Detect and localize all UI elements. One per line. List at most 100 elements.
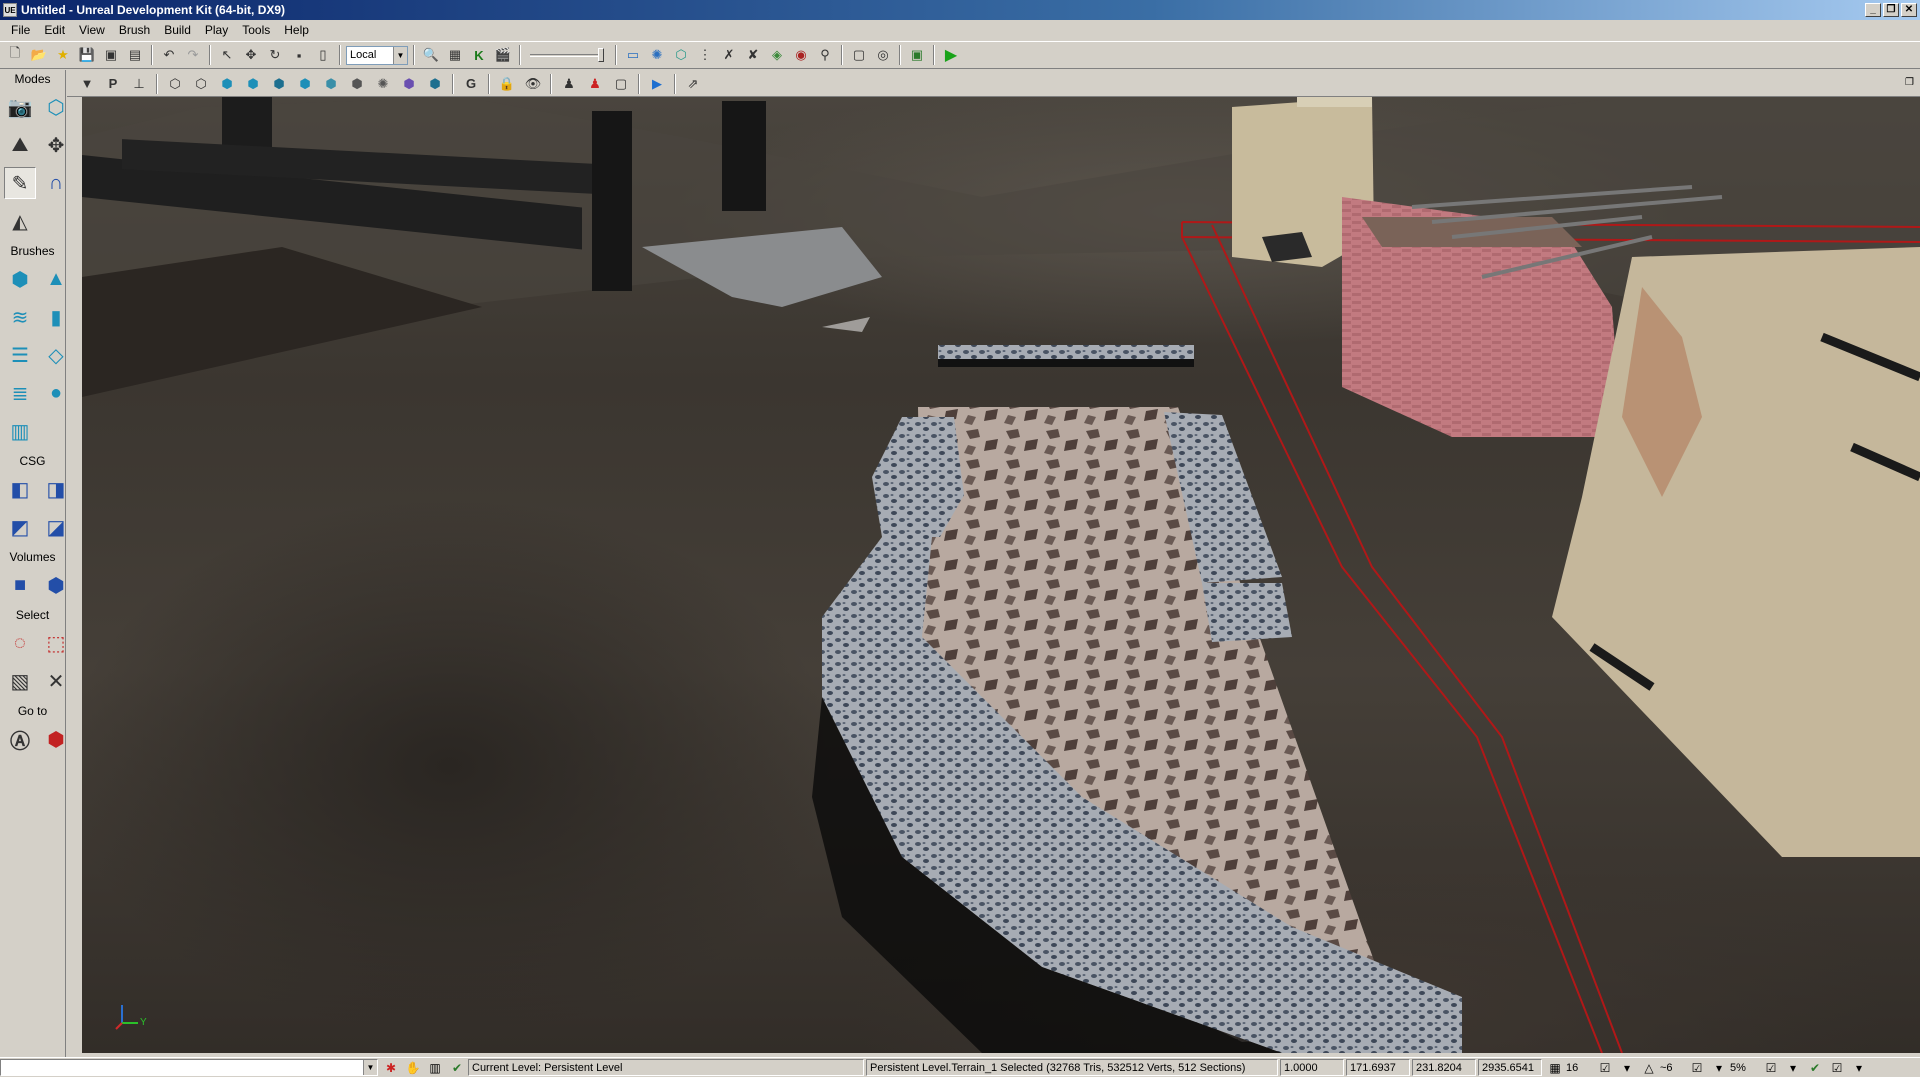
perspective-icon[interactable]: P bbox=[101, 73, 125, 95]
csg-subtract-icon[interactable]: ◨ bbox=[40, 473, 72, 505]
scale-snap-value[interactable]: 5% bbox=[1730, 1062, 1760, 1074]
cube-brush-icon[interactable]: ⬢ bbox=[4, 263, 36, 295]
lighting-density-icon[interactable]: ⬢ bbox=[423, 73, 447, 95]
menu-tools[interactable]: Tools bbox=[235, 23, 277, 37]
lightmap-icon[interactable]: ⚲ bbox=[814, 44, 836, 66]
build-all-submit-icon[interactable]: ✘ bbox=[742, 44, 764, 66]
lit-icon[interactable]: ⬢ bbox=[241, 73, 265, 95]
cylinder-brush-icon[interactable]: ▮ bbox=[40, 301, 72, 333]
play-in-editor-icon[interactable]: ▶ bbox=[940, 44, 962, 66]
scale-icon[interactable]: ▪ bbox=[288, 44, 310, 66]
shader-complexity-icon[interactable]: ✺ bbox=[371, 73, 395, 95]
curved-stair-icon[interactable]: ≋ bbox=[4, 301, 36, 333]
open-file-icon[interactable]: 📂 bbox=[28, 44, 50, 66]
matinee-icon[interactable]: 🎬 bbox=[492, 44, 514, 66]
texture-align-icon[interactable]: ✥ bbox=[40, 129, 72, 161]
terrain-mode-icon[interactable]: ⛰ bbox=[4, 129, 36, 161]
current-level-icon[interactable]: ✔ bbox=[446, 1059, 468, 1077]
viewport-3d[interactable]: Y bbox=[82, 97, 1920, 1053]
wireframe-icon[interactable]: ⬡ bbox=[189, 73, 213, 95]
show-selected-icon[interactable]: ◌ bbox=[4, 627, 36, 659]
rotation-snap-value[interactable]: ~6 bbox=[1660, 1062, 1686, 1074]
close-button[interactable]: ✕ bbox=[1901, 3, 1917, 17]
player-start-red-icon[interactable]: ♟ bbox=[583, 73, 607, 95]
build-lighting-icon[interactable]: ✺ bbox=[646, 44, 668, 66]
realtime-audio-checkbox[interactable]: ☑ bbox=[1826, 1059, 1848, 1077]
minimize-button[interactable]: _ bbox=[1865, 3, 1881, 17]
redo-icon[interactable]: ↷ bbox=[182, 44, 204, 66]
go-to-actor-icon[interactable]: Ⓐ bbox=[4, 723, 36, 755]
menu-play[interactable]: Play bbox=[198, 23, 235, 37]
save-levels-icon[interactable]: ▤ bbox=[124, 44, 146, 66]
z-coordinate-field[interactable]: 2935.6541 bbox=[1478, 1059, 1542, 1076]
non-uniform-scale-icon[interactable]: ▯ bbox=[312, 44, 334, 66]
build-paths-icon[interactable]: ⬡ bbox=[670, 44, 692, 66]
menu-view[interactable]: View bbox=[72, 23, 112, 37]
translate-icon[interactable]: ✥ bbox=[240, 44, 262, 66]
hide-selected-icon[interactable]: ⬚ bbox=[40, 627, 72, 659]
view-toggle-icon[interactable]: ⇗ bbox=[681, 73, 705, 95]
sphere-brush-icon[interactable]: ● bbox=[40, 377, 72, 409]
play-on-pc-icon[interactable]: ▣ bbox=[906, 44, 928, 66]
slider-thumb[interactable] bbox=[598, 48, 604, 62]
rotate-icon[interactable]: ↻ bbox=[264, 44, 286, 66]
camera-mode-icon[interactable]: 📷 bbox=[4, 91, 36, 123]
sheet-brush-icon[interactable]: ◇ bbox=[40, 339, 72, 371]
level-grid-icon[interactable]: ▥ bbox=[424, 1059, 446, 1077]
eye-icon[interactable]: 👁 bbox=[521, 73, 545, 95]
go-to-builder-brush-icon[interactable]: ⬢ bbox=[40, 723, 72, 755]
build-cover-icon[interactable]: ⋮ bbox=[694, 44, 716, 66]
build-geometry-icon[interactable]: ▭ bbox=[622, 44, 644, 66]
x-coordinate-field[interactable]: 171.6937 bbox=[1346, 1059, 1410, 1076]
restore-button[interactable]: ❐ bbox=[1883, 3, 1899, 17]
grid-size-value[interactable]: 16 bbox=[1566, 1062, 1594, 1074]
y-coordinate-field[interactable]: 231.8204 bbox=[1412, 1059, 1476, 1076]
lighting-quality-icon[interactable]: ◈ bbox=[766, 44, 788, 66]
menu-build[interactable]: Build bbox=[157, 23, 198, 37]
landscape-mode-icon[interactable]: ◭ bbox=[4, 205, 36, 237]
csg-deintersect-icon[interactable]: ◪ bbox=[40, 511, 72, 543]
viewport-restore-icon[interactable]: ❐ bbox=[1905, 77, 1914, 88]
coordinate-system-select[interactable]: Local ▼ bbox=[346, 45, 408, 65]
menu-help[interactable]: Help bbox=[277, 23, 316, 37]
spiral-stair-icon[interactable]: ≣ bbox=[4, 377, 36, 409]
brush-wireframe-icon[interactable]: ⬡ bbox=[163, 73, 187, 95]
chevron-down-icon[interactable]: ▾ bbox=[1782, 1059, 1804, 1077]
hand-icon[interactable]: ✋ bbox=[402, 1059, 424, 1077]
csg-add-icon[interactable]: ◧ bbox=[4, 473, 36, 505]
new-file-icon[interactable]: 🗋 bbox=[4, 44, 26, 66]
unlit-icon[interactable]: ⬢ bbox=[215, 73, 239, 95]
play-in-viewport-icon[interactable]: ▢ bbox=[848, 44, 870, 66]
menu-brush[interactable]: Brush bbox=[112, 23, 157, 37]
undo-icon[interactable]: ↶ bbox=[158, 44, 180, 66]
volumetric-brush-icon[interactable]: ▥ bbox=[4, 415, 36, 447]
rotation-snap-checkbox[interactable]: ☑ bbox=[1686, 1059, 1708, 1077]
lighting-only-icon[interactable]: ⬢ bbox=[293, 73, 317, 95]
drag-grid-field[interactable]: 1.0000 bbox=[1280, 1059, 1344, 1076]
chevron-down-icon[interactable]: ▼ bbox=[363, 1060, 377, 1075]
select-inverse-icon[interactable]: ▧ bbox=[4, 665, 36, 697]
viewport-options-icon[interactable]: ▼ bbox=[75, 73, 99, 95]
cone-brush-icon[interactable]: ▲ bbox=[40, 263, 72, 295]
mesh-paint-icon[interactable]: ✎ bbox=[4, 167, 36, 199]
console-icon[interactable]: ◎ bbox=[872, 44, 894, 66]
command-input[interactable]: ▼ bbox=[0, 1059, 378, 1076]
game-view-icon[interactable]: G bbox=[459, 73, 483, 95]
linear-stair-icon[interactable]: ☰ bbox=[4, 339, 36, 371]
save-all-icon[interactable]: ▣ bbox=[100, 44, 122, 66]
lock-selected-icon[interactable]: 🔒 bbox=[495, 73, 519, 95]
menu-file[interactable]: File bbox=[4, 23, 37, 37]
texture-density-icon[interactable]: ⬢ bbox=[345, 73, 369, 95]
find-icon[interactable]: 🔍 bbox=[420, 44, 442, 66]
play-in-viewport-small-icon[interactable]: ▶ bbox=[645, 73, 669, 95]
grid-enabled-checkbox[interactable]: ☑ bbox=[1594, 1059, 1616, 1077]
static-mesh-mode-icon[interactable]: ∩ bbox=[40, 167, 72, 199]
lightmap-density-icon[interactable]: ⬢ bbox=[397, 73, 421, 95]
chevron-down-icon[interactable]: ▾ bbox=[1708, 1059, 1730, 1077]
game-stats-icon[interactable]: ◉ bbox=[790, 44, 812, 66]
drag-grid-slider[interactable] bbox=[530, 45, 606, 65]
save-icon[interactable]: 💾 bbox=[76, 44, 98, 66]
player-start-icon[interactable]: ♟ bbox=[557, 73, 581, 95]
chevron-down-icon[interactable]: ▾ bbox=[1616, 1059, 1638, 1077]
chevron-down-icon[interactable]: ▾ bbox=[1848, 1059, 1870, 1077]
